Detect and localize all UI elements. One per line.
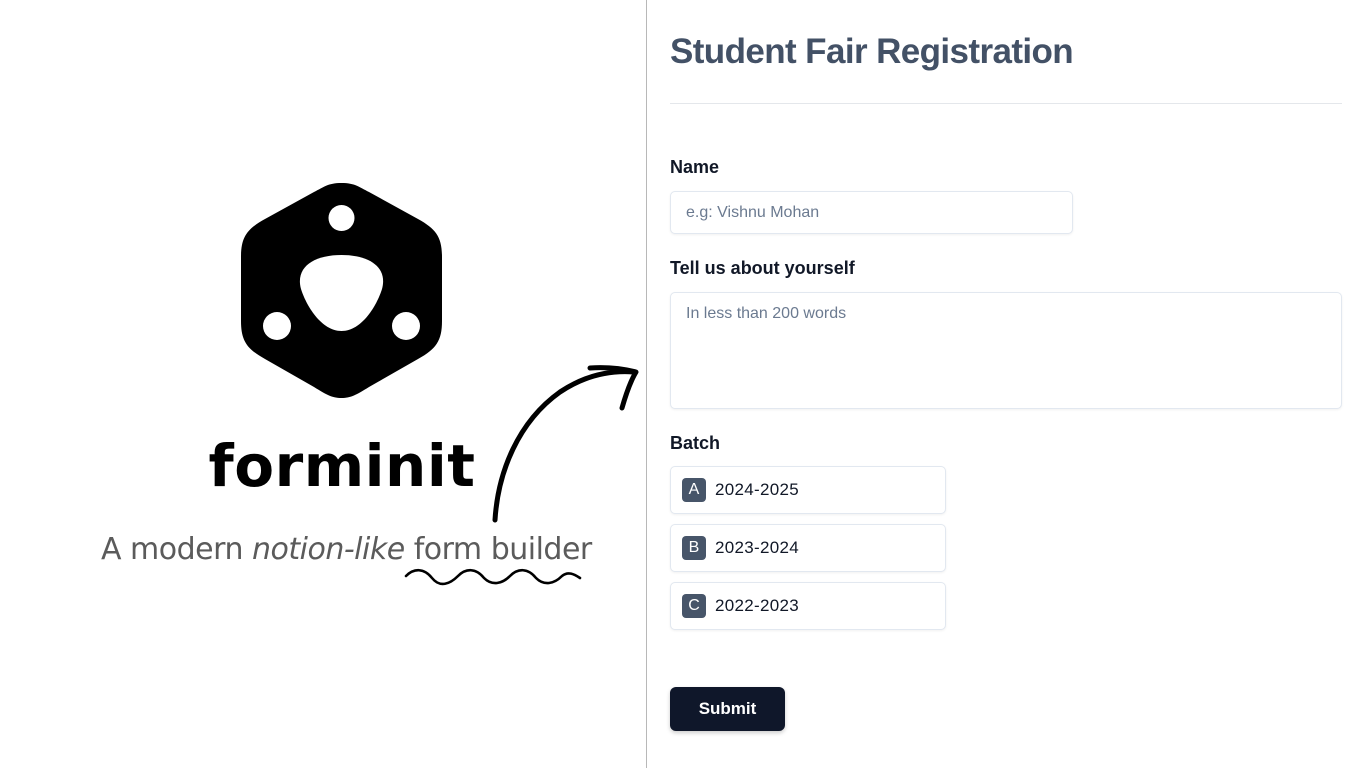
registration-form: Student Fair Registration Name Tell us a…	[670, 0, 1342, 768]
tagline-end: form builder	[404, 532, 593, 567]
tagline-start: A modern	[101, 532, 252, 567]
option-key-badge: A	[682, 478, 706, 502]
batch-option-c[interactable]: C 2022-2023	[670, 582, 946, 630]
page: forminit A modern notion-like form build…	[0, 0, 1366, 768]
option-key-badge: B	[682, 536, 706, 560]
squiggle-underline-icon	[404, 568, 582, 586]
option-key-badge: C	[682, 594, 706, 618]
option-label: 2022-2023	[715, 596, 799, 615]
batch-option-a[interactable]: A 2024-2025	[670, 466, 946, 514]
tagline-emphasis: notion-like	[252, 532, 405, 567]
batch-option-b[interactable]: B 2023-2024	[670, 524, 946, 572]
brand-panel: forminit A modern notion-like form build…	[0, 0, 646, 768]
option-label: 2023-2024	[715, 538, 799, 557]
about-textarea[interactable]	[670, 292, 1342, 409]
name-input[interactable]	[670, 191, 1073, 234]
title-divider	[670, 103, 1342, 104]
curved-arrow-icon	[492, 365, 639, 523]
submit-button[interactable]: Submit	[670, 687, 785, 731]
about-label: Tell us about yourself	[670, 258, 855, 278]
batch-label: Batch	[670, 433, 721, 453]
panel-divider	[646, 0, 647, 768]
name-label: Name	[670, 157, 720, 177]
option-label: 2024-2025	[715, 480, 799, 499]
hexagon-logo-icon	[241, 183, 442, 398]
tagline: A modern notion-like form builder	[101, 532, 592, 567]
form-title: Student Fair Registration	[670, 32, 1074, 71]
